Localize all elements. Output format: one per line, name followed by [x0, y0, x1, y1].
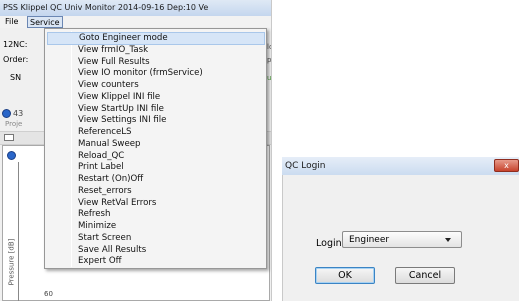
menu-bar: File Service	[0, 16, 271, 28]
y-axis-line	[18, 162, 19, 301]
menu-service[interactable]: Service	[27, 16, 63, 28]
project-label: Proje	[5, 120, 23, 128]
menu-item-expert-off[interactable]: Expert Off	[47, 255, 265, 268]
label-order: Order:	[3, 55, 29, 64]
y-tick-label: 60	[44, 290, 53, 298]
dialog-titlebar: QC Login x	[282, 157, 519, 175]
toolbar-icon[interactable]	[4, 134, 14, 141]
ok-button[interactable]: OK	[315, 267, 375, 284]
login-select[interactable]: Engineer	[342, 231, 462, 248]
menu-file[interactable]: File	[3, 16, 20, 28]
service-dropdown-menu: Goto Engineer mode View frmIO_Task View Fu…	[44, 28, 267, 269]
window-title: PSS Klippel QC Univ Monitor 2014-09-16 D…	[3, 3, 209, 12]
hint-text-2: p:	[267, 56, 272, 64]
blue-circle-icon[interactable]	[2, 109, 11, 118]
login-label: Login	[316, 238, 342, 249]
panel-number: 43	[13, 109, 24, 118]
qc-login-dialog: QC Login x Login Engineer OK Cancel	[282, 157, 519, 301]
label-sn: SN	[10, 73, 22, 82]
dialog-body: Login Engineer OK Cancel	[282, 175, 519, 301]
dialog-title: QC Login	[285, 161, 326, 171]
app-window: PSS Klippel QC Univ Monitor 2014-09-16 D…	[0, 0, 272, 301]
label-12nc: 12NC:	[3, 40, 28, 49]
close-button[interactable]: x	[494, 159, 519, 172]
chevron-down-icon[interactable]	[445, 238, 451, 242]
hint-text-1: lo	[267, 43, 271, 51]
hint-text-3: u	[267, 74, 272, 82]
window-titlebar: PSS Klippel QC Univ Monitor 2014-09-16 D…	[0, 0, 271, 16]
login-select-value: Engineer	[349, 235, 390, 245]
blue-circle-icon[interactable]	[7, 151, 16, 160]
y-axis-label: Pressure [dB]	[7, 238, 16, 286]
cancel-button[interactable]: Cancel	[395, 267, 455, 284]
